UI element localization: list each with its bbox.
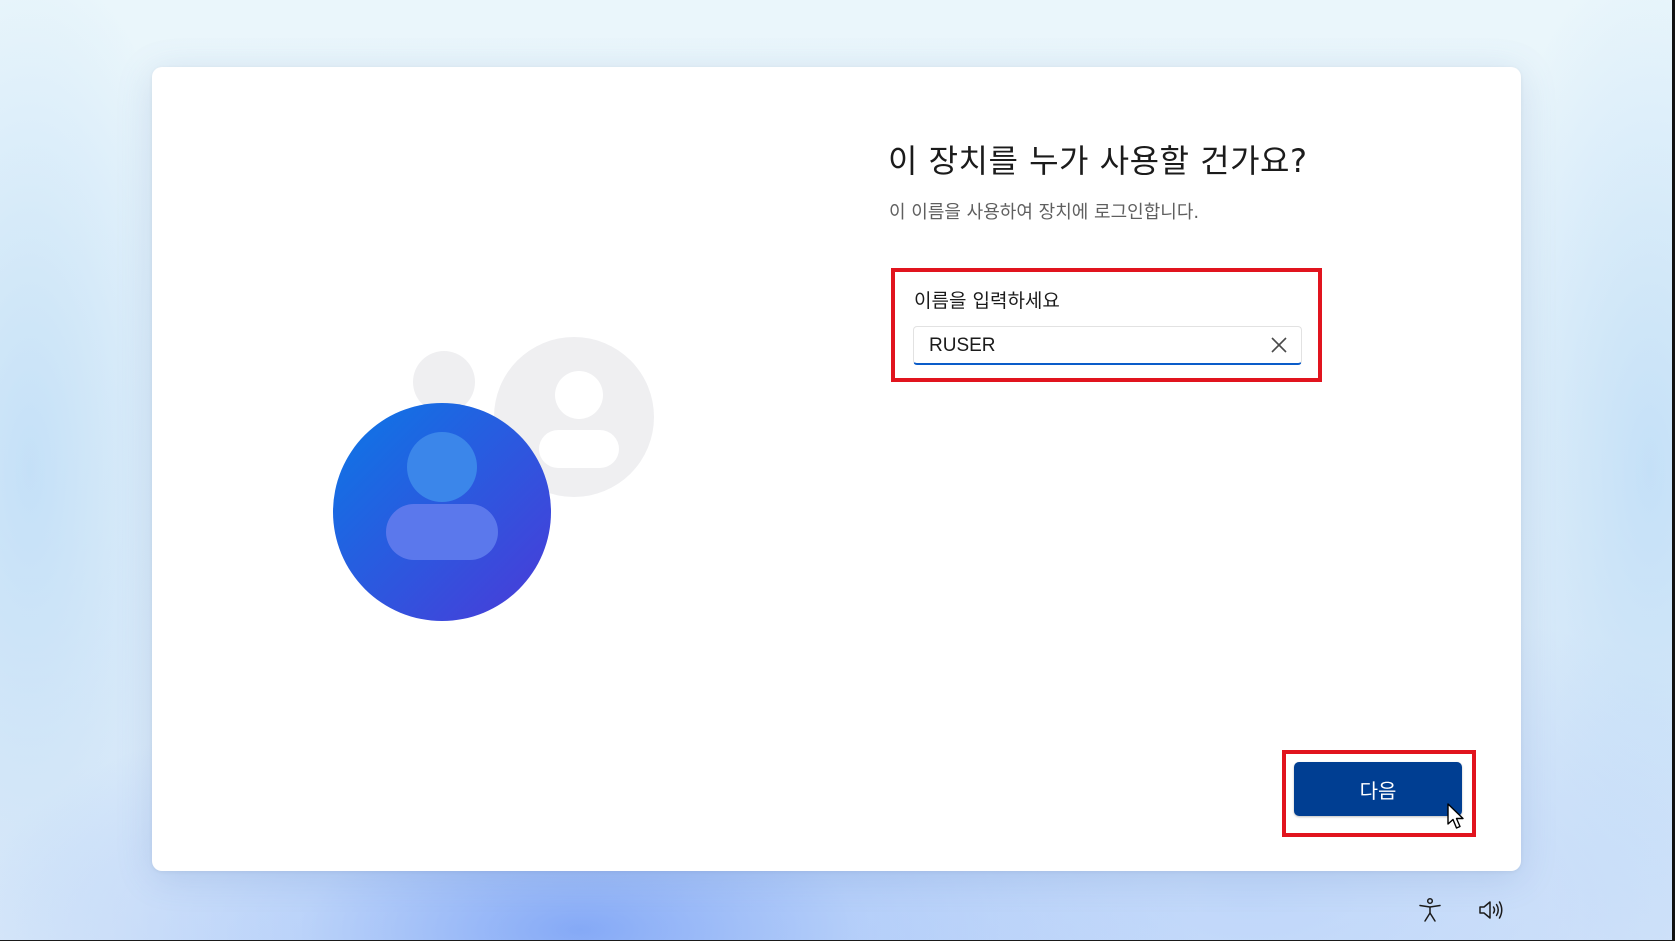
name-field-label: 이름을 입력하세요 [914, 290, 1060, 312]
setup-dialog: 이 장치를 누가 사용할 건가요? 이 이름을 사용하여 장치에 로그인합니다.… [152, 67, 1521, 871]
mouse-pointer-icon [1446, 803, 1466, 831]
name-input[interactable]: RUSER [913, 326, 1302, 365]
page-subtitle: 이 이름을 사용하여 장치에 로그인합니다. [889, 202, 1200, 223]
close-icon[interactable] [1268, 334, 1290, 356]
page-title: 이 장치를 누가 사용할 건가요? [888, 142, 1308, 180]
name-input-value[interactable]: RUSER [929, 335, 996, 357]
desktop-background: 이 장치를 누가 사용할 건가요? 이 이름을 사용하여 장치에 로그인합니다.… [0, 0, 1675, 941]
accessibility-icon[interactable] [1417, 897, 1443, 923]
next-button[interactable]: 다음 [1294, 762, 1462, 816]
volume-icon[interactable] [1478, 897, 1504, 923]
user-accounts-illustration [327, 312, 667, 652]
